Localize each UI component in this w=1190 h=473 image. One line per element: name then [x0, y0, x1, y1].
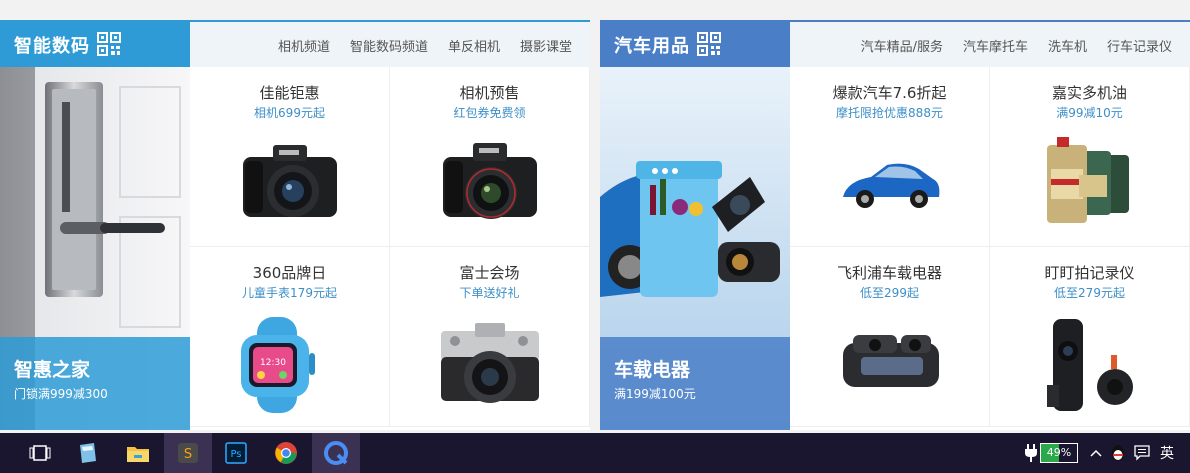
- sublime-text-icon: S: [178, 443, 198, 463]
- svg-text:12:30: 12:30: [260, 358, 286, 368]
- category-title: 智能数码: [14, 36, 90, 57]
- banner-subtitle: 门锁满999减300: [14, 387, 108, 401]
- svg-text:Ps: Ps: [230, 449, 241, 460]
- product-title: 富士会场: [459, 264, 520, 282]
- smart-digital-section: 智能数码 相机频道 智能数码频道 单反相机 摄影课堂 智惠之家 门锁满999减3…: [0, 20, 590, 430]
- product-title: 爆款汽车7.6折起: [832, 84, 947, 102]
- blue-car-image: [843, 163, 940, 208]
- sublime-text-button[interactable]: S: [164, 433, 212, 473]
- nav-car-washer[interactable]: 洗车机: [1048, 36, 1087, 55]
- car-device-image: [843, 335, 939, 387]
- nav-car-motorcycle[interactable]: 汽车摩托车: [963, 36, 1028, 55]
- ime-label: 英: [1160, 446, 1174, 462]
- category-title: 汽车用品: [614, 36, 690, 57]
- product-card-camera-presale[interactable]: 相机预售 红包券免费领: [390, 67, 590, 247]
- task-view-button[interactable]: [16, 433, 64, 473]
- category-tab[interactable]: 汽车用品: [600, 22, 790, 69]
- section-header: 汽车用品 汽车精品/服务 汽车摩托车 洗车机 行车记录仪: [600, 20, 1190, 69]
- product-subtitle: 低至299起: [860, 286, 919, 300]
- product-subtitle: 满99减10元: [1056, 106, 1123, 120]
- car-electronics-banner[interactable]: 车载电器 满199减100元: [600, 67, 790, 430]
- notes-app-button[interactable]: [64, 433, 112, 473]
- product-subtitle: 摩托限抢优惠888元: [836, 106, 943, 120]
- chrome-icon: [275, 442, 297, 464]
- product-card-canon[interactable]: 佳能钜惠 相机699元起: [190, 67, 390, 247]
- nav-dashcam[interactable]: 行车记录仪: [1107, 36, 1172, 55]
- file-explorer-button[interactable]: [114, 433, 162, 473]
- engine-oil-image: [1047, 137, 1129, 223]
- browser-button[interactable]: [312, 433, 360, 473]
- ime-indicator[interactable]: 英: [1160, 433, 1174, 473]
- nav-car-boutique-service[interactable]: 汽车精品/服务: [861, 36, 943, 55]
- product-title: 嘉实多机油: [1051, 84, 1127, 102]
- banner-title: 车载电器: [614, 359, 691, 381]
- product-title: 盯盯拍记录仪: [1044, 264, 1135, 282]
- mirrorless-camera-image: [441, 323, 539, 403]
- task-view-icon: [29, 445, 51, 461]
- banner-caption: 车载电器 满199减100元: [600, 337, 790, 430]
- product-card-fujifilm[interactable]: 富士会场 下单送好礼: [390, 247, 590, 427]
- photoshop-button[interactable]: Ps: [212, 433, 260, 473]
- category-nav: 汽车精品/服务 汽车摩托车 洗车机 行车记录仪: [861, 36, 1172, 55]
- product-subtitle: 低至279元起: [1054, 286, 1125, 300]
- windows-taskbar: S Ps 49% 英: [0, 433, 1190, 473]
- product-grid: 佳能钜惠 相机699元起 相机预售 红包券免费领 360品牌日 儿童手表179元…: [190, 67, 590, 430]
- browser-icon: [324, 441, 348, 465]
- nav-smart-digital-channel[interactable]: 智能数码频道: [350, 36, 428, 55]
- dashcam-image: [1047, 319, 1133, 411]
- product-title: 佳能钜惠: [259, 84, 320, 102]
- battery-percent: 49%: [1046, 446, 1072, 459]
- car-accessories-section: 汽车用品 汽车精品/服务 汽车摩托车 洗车机 行车记录仪 车载电器 满199减1…: [600, 20, 1190, 430]
- product-title: 相机预售: [459, 84, 520, 102]
- qq-tray-button[interactable]: [1110, 433, 1126, 473]
- product-card-ddpai[interactable]: 盯盯拍记录仪 低至279元起: [990, 247, 1190, 427]
- category-nav: 相机频道 智能数码频道 单反相机 摄影课堂: [278, 36, 572, 55]
- chevron-up-icon: [1090, 449, 1102, 457]
- section-header: 智能数码 相机频道 智能数码频道 单反相机 摄影课堂: [0, 20, 590, 69]
- photoshop-icon: Ps: [225, 442, 247, 464]
- plug-icon: [1025, 444, 1037, 462]
- dslr-camera-image: [243, 145, 337, 217]
- product-title: 飞利浦车载电器: [836, 264, 942, 282]
- qr-code-icon[interactable]: [97, 32, 121, 56]
- nav-camera-channel[interactable]: 相机频道: [278, 36, 330, 55]
- dslr-camera-image: [443, 143, 537, 219]
- product-subtitle: 下单送好礼: [459, 286, 520, 300]
- product-card-philips[interactable]: 飞利浦车载电器 低至299起: [790, 247, 990, 427]
- product-grid: 爆款汽车7.6折起 摩托限抢优惠888元 嘉实多机油 满99减10元 飞利浦车载…: [790, 67, 1190, 430]
- product-card-castrol[interactable]: 嘉实多机油 满99减10元: [990, 67, 1190, 247]
- product-card-hot-car[interactable]: 爆款汽车7.6折起 摩托限抢优惠888元: [790, 67, 990, 247]
- product-subtitle: 红包券免费领: [453, 106, 526, 120]
- product-subtitle: 儿童手表179元起: [242, 286, 337, 300]
- banner-caption: 智惠之家 门锁满999减300: [0, 337, 190, 430]
- product-card-360-brand-day[interactable]: 360品牌日 儿童手表179元起 12:30: [190, 247, 390, 427]
- kids-smartwatch-image: 12:30: [241, 317, 315, 413]
- svg-text:S: S: [184, 447, 192, 462]
- product-subtitle: 相机699元起: [254, 106, 325, 120]
- qr-code-icon[interactable]: [697, 32, 721, 56]
- qq-icon: [1112, 445, 1124, 461]
- battery-indicator[interactable]: 49%: [1040, 443, 1078, 463]
- action-center-button[interactable]: [1134, 433, 1150, 473]
- file-explorer-icon: [127, 447, 149, 462]
- notification-icon: [1134, 445, 1150, 461]
- chrome-button[interactable]: [262, 433, 310, 473]
- banner-subtitle: 满199减100元: [614, 387, 696, 401]
- smart-home-banner[interactable]: 智惠之家 门锁满999减300: [0, 67, 190, 430]
- category-tab[interactable]: 智能数码: [0, 22, 190, 69]
- banner-title: 智惠之家: [14, 359, 91, 381]
- nav-photography-class[interactable]: 摄影课堂: [520, 36, 572, 55]
- tray-expand-button[interactable]: [1090, 433, 1102, 473]
- product-title: 360品牌日: [252, 264, 327, 282]
- power-plug-icon[interactable]: [1024, 433, 1038, 473]
- nav-dslr[interactable]: 单反相机: [448, 36, 500, 55]
- notes-icon: [80, 443, 96, 463]
